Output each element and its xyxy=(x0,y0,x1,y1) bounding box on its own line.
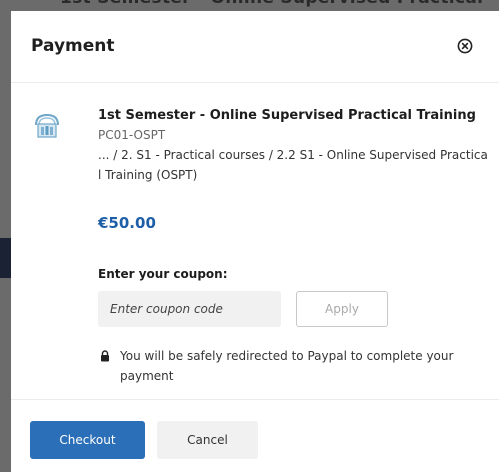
lock-icon xyxy=(101,350,109,362)
close-icon[interactable] xyxy=(457,38,473,54)
course-price: €50.00 xyxy=(98,214,156,232)
modal-header: Payment xyxy=(11,11,499,83)
modal-title: Payment xyxy=(31,36,115,56)
institution-logo-icon xyxy=(35,113,59,138)
background-sidebar-edge xyxy=(0,238,11,278)
paypal-redirect-note: You will be safely redirected to Paypal … xyxy=(120,349,454,383)
course-path: ... / 2. S1 - Practical courses / 2.2 S1… xyxy=(98,148,488,182)
course-title: 1st Semester - Online Supervised Practic… xyxy=(98,108,476,123)
modal-footer: Checkout Cancel xyxy=(11,399,499,472)
payment-modal: Payment 1st Semester - Online Supervised… xyxy=(11,11,499,472)
cancel-button[interactable]: Cancel xyxy=(157,421,258,459)
apply-coupon-button[interactable]: Apply xyxy=(296,291,388,327)
checkout-button[interactable]: Checkout xyxy=(30,421,145,459)
coupon-input[interactable] xyxy=(98,291,281,327)
background-page-title: 1st Semester - Online Supervised Practic… xyxy=(60,0,483,8)
course-details: 1st Semester - Online Supervised Practic… xyxy=(98,107,488,185)
coupon-label: Enter your coupon: xyxy=(98,267,228,281)
course-code: PC01-OSPT xyxy=(98,128,166,142)
